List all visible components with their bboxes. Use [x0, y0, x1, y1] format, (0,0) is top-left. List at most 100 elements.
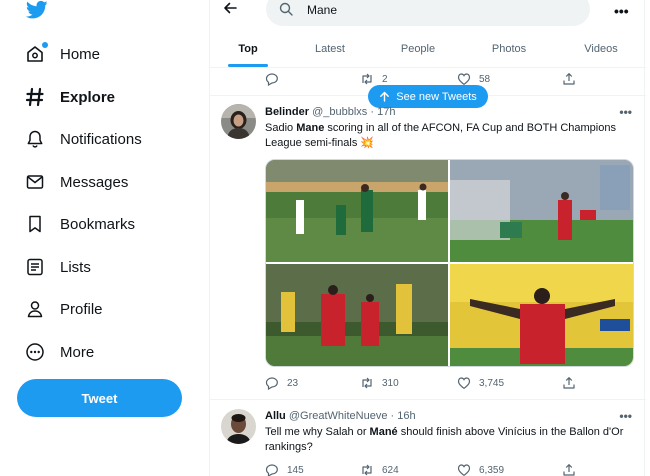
- share-button[interactable]: [562, 461, 576, 476]
- more-options-icon[interactable]: •••: [619, 105, 632, 119]
- retweet-count: 310: [382, 377, 399, 389]
- active-tab-indicator: [228, 64, 268, 67]
- avatar[interactable]: [221, 104, 256, 139]
- reply-icon: [265, 73, 278, 86]
- like-button[interactable]: 3,745: [457, 374, 504, 392]
- sidebar-item-messages[interactable]: Messages: [24, 167, 128, 197]
- see-new-tweets-label: See new Tweets: [396, 90, 477, 103]
- sidebar-item-profile[interactable]: Profile: [24, 294, 103, 324]
- heart-icon: [457, 377, 471, 390]
- bell-icon: [24, 128, 46, 150]
- see-new-tweets-button[interactable]: See new Tweets: [368, 85, 488, 108]
- sidebar-item-bookmarks[interactable]: Bookmarks: [24, 209, 135, 239]
- sidebar-item-label: Lists: [60, 258, 91, 276]
- tweet-actions: 145 624 6,359: [210, 461, 646, 476]
- bookmark-icon: [24, 213, 46, 235]
- tweet-photo[interactable]: [266, 264, 448, 366]
- share-icon: [563, 464, 575, 476]
- share-icon: [563, 377, 575, 389]
- reply-icon: [265, 377, 278, 390]
- sidebar: Home Explore Notifications Messages Book…: [0, 0, 210, 476]
- search-highlight: Mané: [369, 426, 398, 438]
- author-name[interactable]: Belinder: [265, 106, 309, 118]
- sidebar-item-notifications[interactable]: Notifications: [24, 124, 142, 154]
- sidebar-item-label: Notifications: [60, 130, 142, 148]
- tweet-media-grid: [265, 159, 634, 367]
- person-icon: [24, 298, 46, 320]
- sidebar-item-label: Home: [60, 45, 101, 63]
- more-circle-icon: [24, 341, 46, 363]
- tweet-photo[interactable]: [450, 264, 633, 366]
- tab-videos[interactable]: Videos: [556, 30, 646, 68]
- retweet-icon: [362, 73, 372, 85]
- list-icon: [24, 256, 46, 278]
- like-count: 6,359: [479, 464, 505, 476]
- sidebar-item-explore[interactable]: Explore: [24, 82, 115, 112]
- sidebar-item-label: Bookmarks: [60, 215, 136, 233]
- tab-people[interactable]: People: [374, 30, 462, 68]
- separator-dot: ·: [390, 410, 395, 422]
- more-options-icon[interactable]: •••: [614, 3, 629, 19]
- reply-button[interactable]: [265, 70, 279, 88]
- retweet-button[interactable]: 624: [360, 461, 399, 476]
- search-highlight: Mane: [296, 122, 325, 134]
- retweet-button[interactable]: 310: [360, 374, 399, 392]
- tweet-button[interactable]: Tweet: [17, 379, 182, 417]
- sidebar-item-home[interactable]: Home: [24, 39, 100, 69]
- retweet-icon: [362, 464, 372, 476]
- sidebar-item-label: Profile: [60, 300, 103, 318]
- tweet-photo[interactable]: [450, 160, 633, 262]
- tweet-text-part: Tell me why Salah or: [265, 426, 370, 438]
- like-count: 3,745: [479, 377, 505, 389]
- tweet-text-line: rankings?: [265, 441, 313, 453]
- reply-count: 145: [287, 464, 304, 476]
- tweet-actions: 23 310 3,745: [210, 374, 646, 394]
- reply-count: 23: [287, 377, 299, 389]
- tweet-text-line: League semi-finals 💥: [265, 137, 375, 149]
- share-icon: [563, 73, 575, 85]
- reply-button[interactable]: 23: [265, 374, 298, 392]
- heart-icon: [457, 464, 471, 476]
- retweet-count: 2: [382, 73, 388, 85]
- author-name[interactable]: Allu: [265, 410, 286, 422]
- hashtag-icon: [24, 86, 46, 108]
- like-count: 58: [479, 73, 491, 85]
- retweet-count: 624: [382, 464, 399, 476]
- tweet-text-part: should finish above Vinícius in the Ball…: [397, 426, 624, 438]
- avatar[interactable]: [221, 409, 256, 444]
- tweet-text: Tell me why Salah or Mané should finish …: [265, 425, 635, 455]
- tab-top[interactable]: Top: [210, 30, 286, 68]
- reply-button[interactable]: 145: [265, 461, 304, 476]
- tab-latest[interactable]: Latest: [286, 30, 374, 68]
- more-options-icon[interactable]: •••: [619, 409, 632, 423]
- author-handle[interactable]: @_bubblxs: [312, 106, 367, 118]
- search-value: Mane: [307, 3, 338, 17]
- tab-photos[interactable]: Photos: [462, 30, 556, 68]
- notification-dot: [42, 42, 48, 48]
- search-input[interactable]: Mane: [266, 0, 590, 26]
- sidebar-item-lists[interactable]: Lists: [24, 252, 91, 282]
- tweet-time[interactable]: 17h: [377, 106, 395, 118]
- tweet-header: Allu @GreatWhiteNueve · 16h: [265, 410, 416, 422]
- arrow-up-icon: [380, 91, 390, 102]
- sidebar-item-label: Messages: [60, 173, 129, 191]
- tweet-text-part: scoring in all of the AFCON, FA Cup and …: [324, 122, 616, 134]
- separator-dot: ·: [370, 106, 375, 118]
- main-column: Mane ••• Top Latest People Photos Videos…: [209, 0, 646, 476]
- tweet-time[interactable]: 16h: [397, 410, 415, 422]
- divider: [210, 399, 646, 400]
- tweet-text: Sadio Mane scoring in all of the AFCON, …: [265, 121, 635, 151]
- tweet-photo[interactable]: [266, 160, 448, 262]
- share-button[interactable]: [562, 374, 576, 392]
- sidebar-item-label: Explore: [60, 88, 116, 106]
- share-button[interactable]: [562, 70, 576, 88]
- home-icon: [24, 42, 48, 65]
- like-button[interactable]: 6,359: [457, 461, 504, 476]
- search-icon: [279, 2, 293, 16]
- reply-icon: [265, 464, 278, 476]
- retweet-icon: [362, 377, 372, 389]
- sidebar-item-more[interactable]: More: [24, 337, 94, 367]
- author-handle[interactable]: @GreatWhiteNueve: [289, 410, 388, 422]
- twitter-logo-icon[interactable]: [26, 0, 48, 20]
- back-arrow-icon[interactable]: [222, 0, 238, 16]
